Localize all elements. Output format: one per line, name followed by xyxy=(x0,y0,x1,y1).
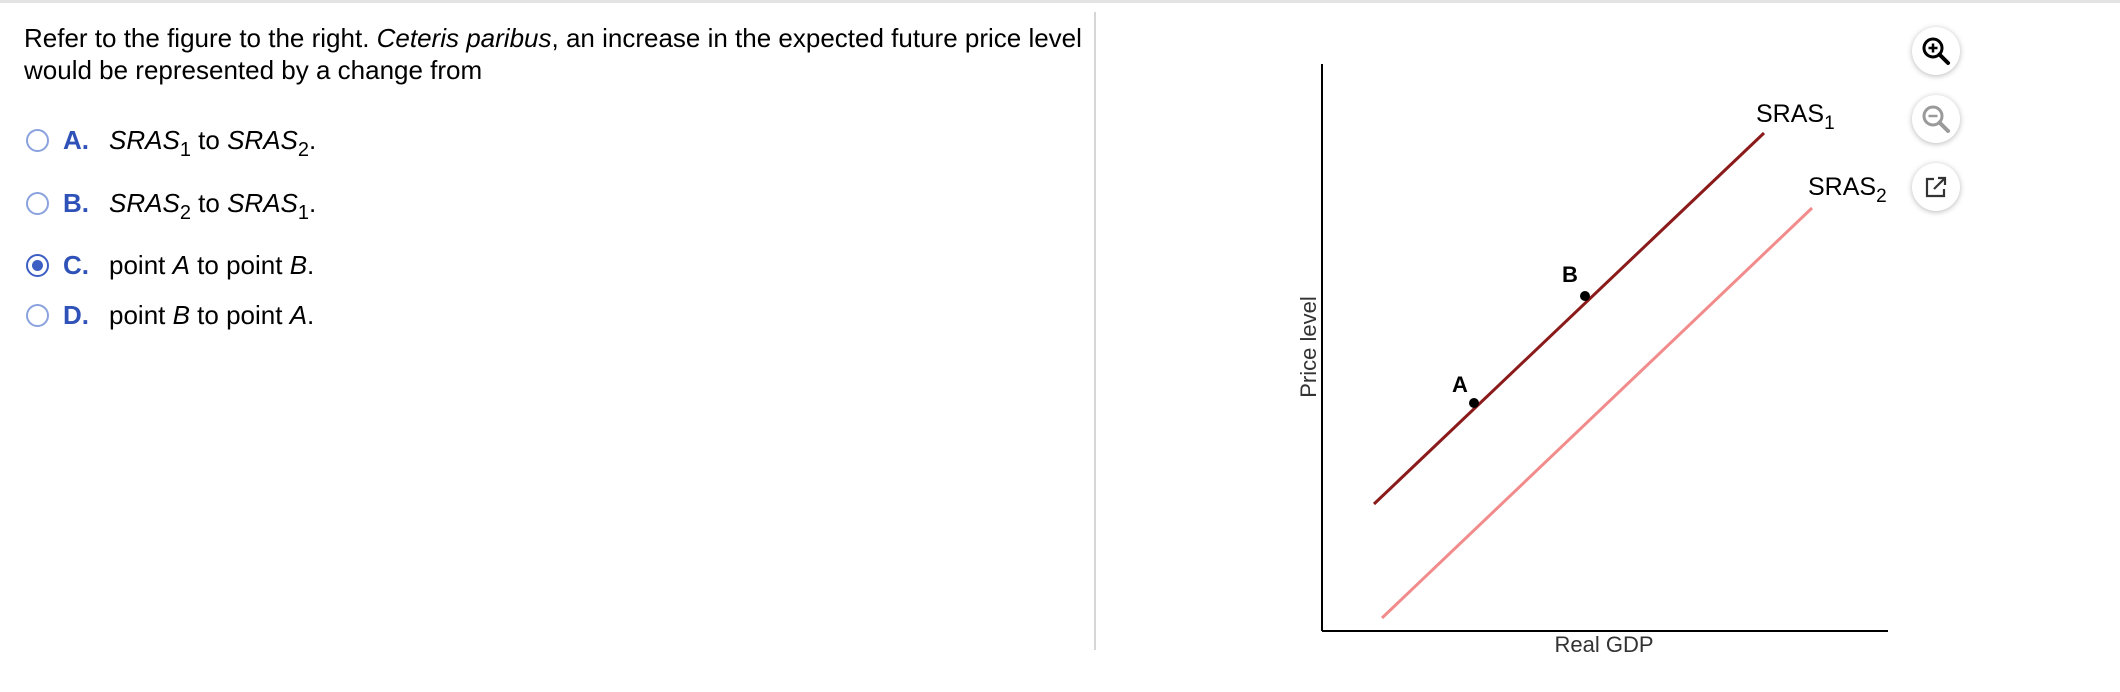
y-axis-label: Price level xyxy=(1296,296,1321,397)
sras1-curve xyxy=(1372,131,1766,506)
zoom-in-icon xyxy=(1922,37,1950,65)
zoom-out-button[interactable] xyxy=(1912,95,1960,143)
zoom-out-icon xyxy=(1922,105,1950,133)
point-b-label: B xyxy=(1562,262,1578,287)
sras-figure: A B SRAS1 SRAS2 Price level Real GDP xyxy=(1296,64,1888,657)
point-a-dot xyxy=(1469,398,1479,408)
x-axis-label: Real GDP xyxy=(1554,632,1653,657)
point-a-label: A xyxy=(1452,372,1468,397)
external-link-icon xyxy=(1925,176,1947,198)
point-b-dot xyxy=(1580,291,1590,301)
sras1-label: SRAS1 xyxy=(1756,100,1835,134)
zoom-in-button[interactable] xyxy=(1912,27,1960,75)
sras2-curve xyxy=(1380,206,1814,620)
sras2-label: SRAS2 xyxy=(1808,173,1887,207)
popout-button[interactable] xyxy=(1912,163,1960,211)
